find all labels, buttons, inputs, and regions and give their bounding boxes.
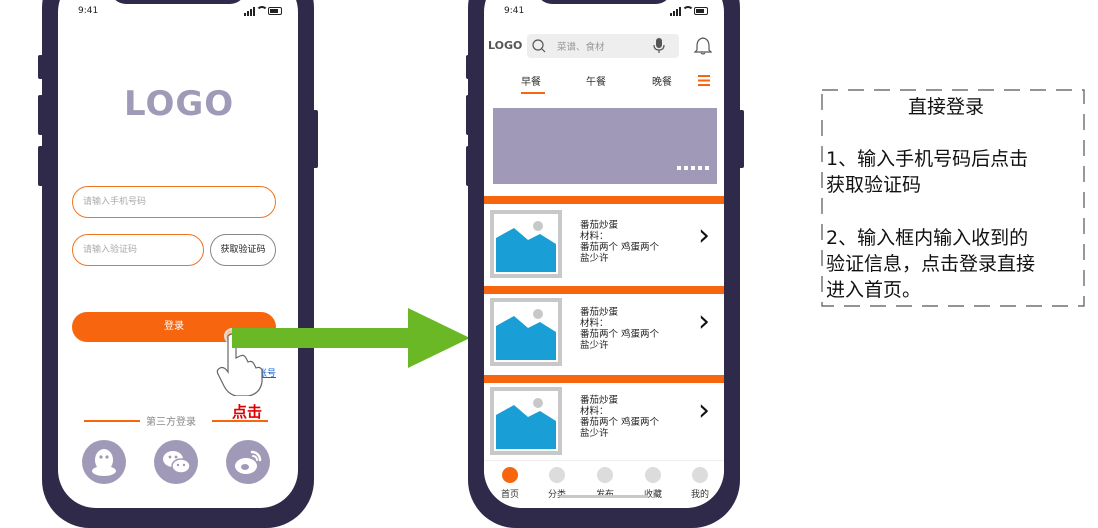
phone-notch xyxy=(536,0,672,4)
phone-notch xyxy=(110,0,246,4)
recipe-extra: 盐少许 xyxy=(580,340,609,351)
annotation-step2-line1: 2、输入框内输入收到的 xyxy=(826,227,1029,249)
recipe-title: 番茄炒蛋 xyxy=(580,307,619,318)
flow-arrow xyxy=(232,308,470,368)
annotation-step2-line2: 验证信息，点击登录直接 xyxy=(826,253,1036,275)
wifi-icon xyxy=(256,6,268,18)
annotation-step1-line2: 获取验证码 xyxy=(826,174,922,196)
card-separator xyxy=(484,196,724,204)
get-code-button[interactable]: 获取验证码 xyxy=(210,234,276,266)
status-time: 9:41 xyxy=(78,6,99,16)
profile-nav-icon[interactable] xyxy=(692,467,708,483)
status-time: 9:41 xyxy=(504,6,525,16)
login-screen: 9:41 LOGO 请输入手机号码 请输入验证码 获取验证码 登录 账号 第三方… xyxy=(58,0,298,508)
tab-active-indicator xyxy=(521,92,545,94)
chevron-right-icon[interactable]: › xyxy=(698,393,710,428)
weibo-icon[interactable] xyxy=(226,440,270,484)
bottom-nav: 首页 分类 发布 收藏 我的 xyxy=(484,460,724,508)
recipe-image xyxy=(490,298,562,366)
tab-lunch[interactable]: 午餐 xyxy=(586,73,606,88)
click-label: 点击 xyxy=(232,403,263,421)
publish-nav-icon[interactable] xyxy=(597,467,613,483)
tab-breakfast[interactable]: 早餐 xyxy=(521,73,541,88)
recipe-card[interactable]: 番茄炒蛋 材料： 番茄两个 鸡蛋两个 盐少许 › xyxy=(484,383,724,463)
chevron-right-icon[interactable]: › xyxy=(698,218,710,253)
annotation-step2-line3: 进入首页。 xyxy=(826,279,922,301)
recipe-card[interactable]: 番茄炒蛋 材料： 番茄两个 鸡蛋两个 盐少许 › xyxy=(484,294,724,374)
recipe-ingredients: 番茄两个 鸡蛋两个 xyxy=(580,329,660,340)
notification-bell-icon[interactable] xyxy=(694,36,712,56)
phone-input[interactable]: 请输入手机号码 xyxy=(72,186,276,218)
login-phone-frame: 9:41 LOGO 请输入手机号码 请输入验证码 获取验证码 登录 账号 第三方… xyxy=(42,0,314,528)
nav-category[interactable]: 分类 xyxy=(537,487,577,500)
nav-home[interactable]: 首页 xyxy=(490,487,530,500)
tab-dinner[interactable]: 晚餐 xyxy=(652,73,672,88)
app-logo: LOGO xyxy=(124,84,235,124)
recipe-title: 番茄炒蛋 xyxy=(580,220,619,231)
recipe-label: 材料： xyxy=(580,406,609,417)
annotation-step1-line1: 1、输入手机号码后点击 xyxy=(826,148,1029,170)
recipe-label: 材料： xyxy=(580,231,609,242)
category-nav-icon[interactable] xyxy=(549,467,565,483)
header-logo: LOGO xyxy=(488,39,523,52)
recipe-image xyxy=(490,387,562,455)
card-separator xyxy=(484,375,724,383)
nav-profile[interactable]: 我的 xyxy=(680,487,720,500)
recipe-extra: 盐少许 xyxy=(580,428,609,439)
wechat-icon[interactable] xyxy=(154,440,198,484)
menu-icon[interactable] xyxy=(698,75,710,86)
qq-icon[interactable] xyxy=(82,440,126,484)
home-nav-icon[interactable] xyxy=(502,467,518,483)
recipe-label: 材料： xyxy=(580,318,609,329)
search-placeholder: 菜谱、食材 xyxy=(557,42,605,53)
annotation-title: 直接登录 xyxy=(908,96,985,118)
home-screen: 9:41 LOGO 菜谱、食材 早餐 午餐 晚餐 番茄炒蛋 材料： 番茄两个 鸡… xyxy=(484,0,724,508)
third-party-label: 第三方登录 xyxy=(146,417,196,428)
divider-left xyxy=(84,420,140,422)
search-icon xyxy=(532,39,546,53)
recipe-ingredients: 番茄两个 鸡蛋两个 xyxy=(580,417,660,428)
home-indicator xyxy=(560,495,648,498)
microphone-icon[interactable] xyxy=(653,38,665,54)
annotation-dashed-box xyxy=(821,89,1085,307)
home-phone-frame: 9:41 LOGO 菜谱、食材 早餐 午餐 晚餐 番茄炒蛋 材料： 番茄两个 鸡… xyxy=(468,0,740,528)
status-icons xyxy=(244,6,284,16)
carousel-dots xyxy=(674,155,709,174)
battery-icon xyxy=(268,7,282,15)
banner-carousel[interactable] xyxy=(493,108,717,184)
wifi-icon xyxy=(682,6,694,18)
chevron-right-icon[interactable]: › xyxy=(698,304,710,339)
recipe-ingredients: 番茄两个 鸡蛋两个 xyxy=(580,242,660,253)
nav-favorites[interactable]: 收藏 xyxy=(633,487,673,500)
recipe-extra: 盐少许 xyxy=(580,253,609,264)
status-icons xyxy=(670,6,710,16)
battery-icon xyxy=(694,7,708,15)
recipe-card[interactable]: 番茄炒蛋 材料： 番茄两个 鸡蛋两个 盐少许 › xyxy=(484,204,724,284)
recipe-title: 番茄炒蛋 xyxy=(580,395,619,406)
nav-publish[interactable]: 发布 xyxy=(585,487,625,500)
code-input[interactable]: 请输入验证码 xyxy=(72,234,204,266)
search-bar[interactable]: 菜谱、食材 xyxy=(527,34,679,58)
card-separator xyxy=(484,286,724,294)
favorites-nav-icon[interactable] xyxy=(645,467,661,483)
recipe-image xyxy=(490,210,562,278)
